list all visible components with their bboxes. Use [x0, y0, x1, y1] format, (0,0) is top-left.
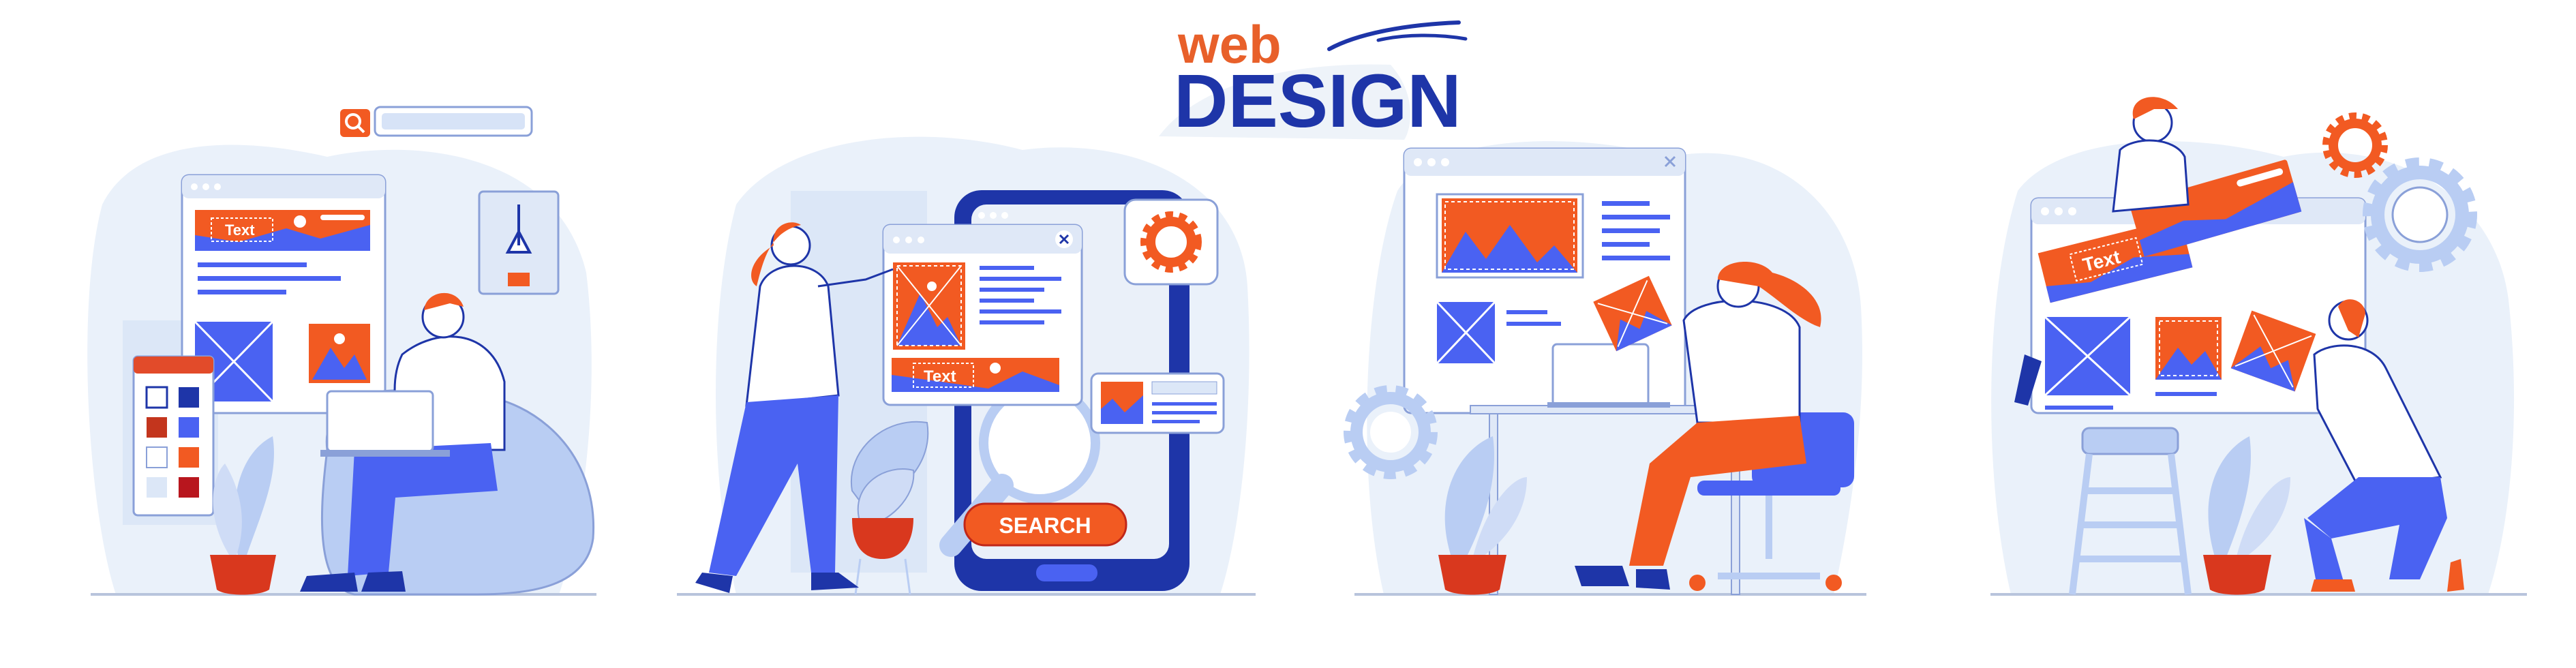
banner-sun [294, 215, 306, 228]
text-line [1152, 411, 1217, 414]
woman-shoe [1636, 569, 1670, 590]
window-dot [191, 183, 198, 190]
woman-shirt [1682, 299, 1801, 424]
chair-wheel [1825, 575, 1842, 591]
search-field-inner [382, 113, 525, 130]
banner-text: Text [225, 222, 255, 239]
card-title-bar [1151, 381, 1217, 395]
text-line [980, 277, 1061, 281]
banner-bar [320, 215, 365, 220]
pen-tool-base [508, 273, 530, 286]
text-line [1602, 215, 1670, 219]
text-line [198, 276, 341, 281]
banner-text: Text [924, 367, 956, 386]
laptop-base [320, 450, 450, 457]
image-sun [927, 282, 937, 291]
text-line [1602, 256, 1670, 260]
window-dot [1441, 158, 1449, 166]
woman-shoe [1575, 566, 1629, 586]
woman-shirt [745, 264, 840, 407]
image-sun [334, 333, 345, 344]
editor-titlebar [883, 225, 1082, 254]
search-icon-box [340, 109, 370, 137]
window-dot [202, 183, 209, 190]
scene-mobile-search: SEARCH Text [677, 136, 1256, 596]
scene-team-building-layout: Text [1990, 97, 2527, 596]
text-line [980, 288, 1044, 292]
window-dot [214, 183, 221, 190]
web-design-illustration: web DESIGN Text SEARCH Text Text [87, 14, 2527, 596]
text-line [1506, 310, 1547, 314]
title-swoosh [1376, 33, 1468, 42]
search-button-label: SEARCH [999, 513, 1091, 538]
window-dot [2041, 207, 2049, 215]
man-shoe [2311, 579, 2355, 592]
text-line [1602, 201, 1650, 206]
text-line [198, 290, 286, 294]
scene-designer-at-desk [1344, 141, 1866, 596]
window-dot [1427, 158, 1436, 166]
text-line [1506, 322, 1561, 326]
phone-home-button [1036, 564, 1097, 581]
color-palette-card [132, 355, 215, 517]
text-line [980, 309, 1061, 314]
woman-shirt [2112, 139, 2189, 213]
laptop-base [1547, 402, 1670, 408]
woman-shoe [695, 573, 733, 593]
text-line [198, 262, 307, 267]
plant-pot [210, 555, 276, 595]
text-line [980, 266, 1034, 270]
ladder-top [2081, 427, 2179, 455]
window-dot [893, 237, 900, 243]
text-line [980, 320, 1044, 324]
text-line [1602, 228, 1660, 233]
plant-pot [2203, 555, 2271, 595]
laptop [1551, 343, 1650, 407]
text-line [2155, 392, 2217, 396]
window-dot [978, 212, 985, 219]
title: web DESIGN [1159, 14, 1468, 143]
window-dot [1001, 212, 1008, 219]
window-dot [918, 237, 924, 243]
chair-seat [1697, 481, 1840, 496]
man-shoe [361, 571, 406, 592]
scene-designer-on-beanbag: Text [87, 106, 596, 596]
browser-titlebar [182, 175, 385, 198]
text-line [2045, 406, 2113, 410]
laptop [326, 390, 434, 453]
text-line [1152, 402, 1217, 406]
banner-sun [990, 363, 1001, 374]
chair-wheel [1689, 575, 1706, 591]
text-line [1602, 242, 1650, 247]
text-line [980, 299, 1034, 303]
title-design: DESIGN [1174, 59, 1461, 143]
text-line [1152, 420, 1200, 423]
palette-header [134, 356, 213, 374]
window-dot [990, 212, 997, 219]
plant-pot [1438, 555, 1506, 595]
window-dot [2055, 207, 2063, 215]
window-dot [1414, 158, 1422, 166]
window-dot [2068, 207, 2076, 215]
window-dot [905, 237, 912, 243]
